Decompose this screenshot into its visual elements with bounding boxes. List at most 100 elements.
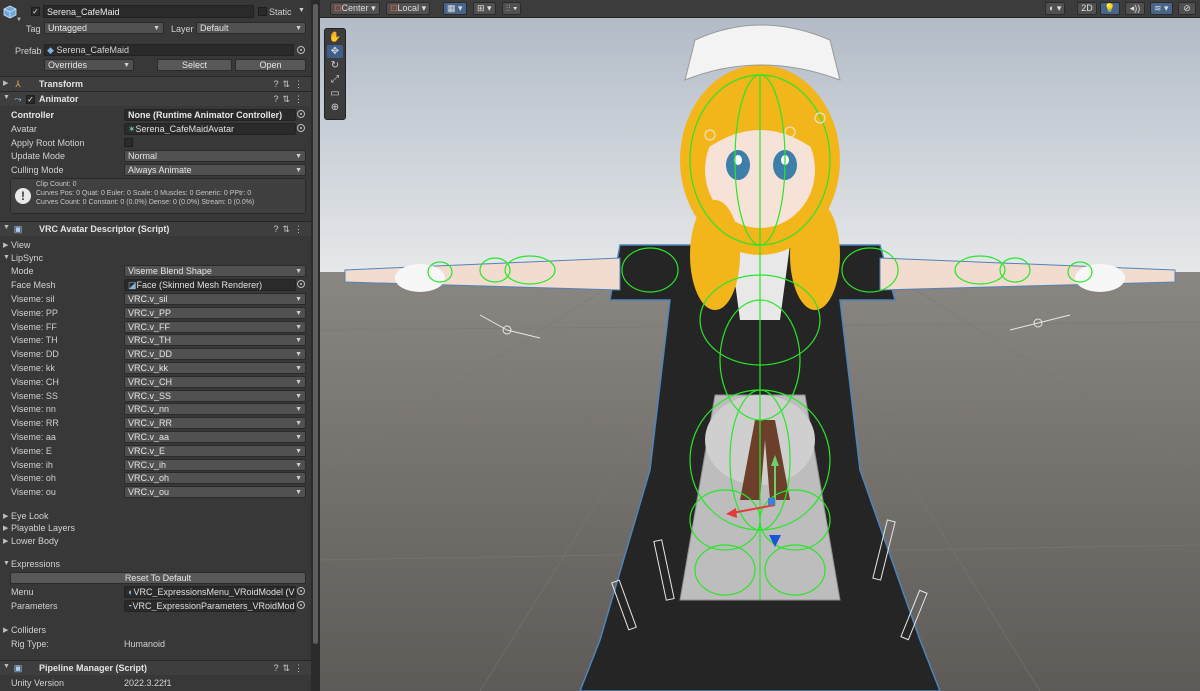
viseme-dropdown[interactable]: VRC.v_CH ▼ (124, 376, 306, 388)
colliders-section[interactable]: ▶ Colliders (0, 624, 311, 638)
animator-fold-icon[interactable]: ▼ (3, 94, 10, 101)
pipeline-header[interactable]: ▼ ▣ Pipeline Manager (Script) ?⇅⋮ (0, 660, 311, 675)
component-menu-icons[interactable]: ?⇅⋮ (273, 663, 307, 674)
pipeline-fold-icon[interactable]: ▼ (3, 663, 10, 670)
incremental-snap-dropdown[interactable]: ⫶⫶ ▾ (502, 2, 522, 15)
scene-visibility-toggle[interactable]: ⊘ (1178, 2, 1196, 15)
menu-field[interactable]: ◐VRC_ExpressionsMenu_VRoidModel (VRC (124, 586, 296, 598)
parameters-picker-icon[interactable] (297, 601, 305, 609)
viseme-dropdown[interactable]: VRC.v_TH ▼ (124, 334, 306, 346)
rect-tool-icon[interactable]: ▭ (327, 87, 343, 100)
chevron-down-icon: ▼ (295, 296, 302, 303)
pipeline-title: Pipeline Manager (Script) (39, 663, 148, 673)
static-dropdown-icon[interactable]: ▼ (298, 7, 305, 14)
reset-to-default-button[interactable]: Reset To Default (10, 572, 306, 584)
descriptor-header[interactable]: ▼ ▣ VRC Avatar Descriptor (Script) ?⇅⋮ (0, 221, 311, 236)
viseme-dropdown[interactable]: VRC.v_sil ▼ (124, 293, 306, 305)
viseme-dropdown[interactable]: VRC.v_ou ▼ (124, 486, 306, 498)
viseme-dropdown[interactable]: VRC.v_RR ▼ (124, 417, 306, 429)
viseme-row: Viseme: CH VRC.v_CH ▼ (0, 376, 311, 390)
menu-picker-icon[interactable] (297, 587, 305, 595)
prefab-field[interactable]: ◆ Serena_CafeMaid (44, 44, 294, 56)
space-mode-dropdown[interactable]: ⊡Local ▾ (386, 2, 431, 15)
inspector-scrollbar[interactable] (311, 0, 320, 691)
update-mode-dropdown[interactable]: Normal ▼ (124, 150, 306, 162)
draw-mode-dropdown[interactable]: ◐ ▾ (1045, 2, 1066, 15)
chevron-down-icon: ▼ (295, 337, 302, 344)
static-label: Static (269, 7, 292, 17)
lower-body-fold-icon[interactable]: ▶ (3, 537, 8, 545)
viseme-dropdown[interactable]: VRC.v_aa ▼ (124, 431, 306, 443)
overrides-dropdown[interactable]: Overrides ▼ (44, 59, 134, 71)
controller-picker-icon[interactable] (297, 110, 305, 118)
lighting-toggle[interactable]: 💡 (1100, 2, 1120, 15)
transform-tool-icon[interactable]: ⊕ (327, 101, 343, 114)
component-menu-icons[interactable]: ?⇅⋮ (273, 79, 307, 90)
open-button[interactable]: Open (235, 59, 306, 71)
select-button[interactable]: Select (157, 59, 232, 71)
rotate-tool-icon[interactable]: ↻ (327, 59, 343, 72)
culling-mode-dropdown[interactable]: Always Animate ▼ (124, 164, 306, 176)
audio-toggle[interactable]: ◂)) (1125, 2, 1145, 15)
playable-layers-fold-icon[interactable]: ▶ (3, 524, 8, 532)
viseme-row: Viseme: kk VRC.v_kk ▼ (0, 362, 311, 376)
avatar-picker-icon[interactable] (297, 124, 305, 132)
info-icon: ! (15, 188, 31, 204)
expressions-fold-icon[interactable]: ▼ (3, 560, 10, 567)
viseme-dropdown[interactable]: VRC.v_DD ▼ (124, 348, 306, 360)
toggle-2d-button[interactable]: 2D (1077, 2, 1097, 15)
avatar-field[interactable]: ✶Serena_CafeMaidAvatar (124, 123, 296, 135)
mode-dropdown[interactable]: Viseme Blend Shape ▼ (124, 265, 306, 277)
gameobject-icon-dropdown-icon[interactable]: ▼ (16, 17, 22, 23)
scene-viewport[interactable] (320, 0, 1200, 691)
animator-header[interactable]: ▼ ⤳ ✓ Animator ?⇅⋮ (0, 91, 311, 106)
scene-view[interactable]: ⊡Center ▾ ⊡Local ▾ ▦ ▾ ⊞ ▾ ⫶⫶ ▾ ◐ ▾ 2D 💡… (320, 0, 1200, 691)
static-checkbox[interactable] (258, 7, 267, 16)
layer-dropdown[interactable]: Default ▼ (196, 22, 306, 34)
face-mesh-field[interactable]: ◪Face (Skinned Mesh Renderer) (124, 279, 296, 291)
apply-root-motion-checkbox[interactable] (124, 138, 133, 147)
prefab-picker-icon[interactable] (297, 46, 305, 54)
active-checkbox[interactable]: ✓ (31, 7, 40, 16)
viseme-dropdown[interactable]: VRC.v_kk ▼ (124, 362, 306, 374)
component-menu-icons[interactable]: ?⇅⋮ (273, 224, 307, 235)
viseme-row: Viseme: aa VRC.v_aa ▼ (0, 431, 311, 445)
animator-enabled-checkbox[interactable]: ✓ (26, 95, 35, 104)
viseme-dropdown[interactable]: VRC.v_nn ▼ (124, 403, 306, 415)
viseme-dropdown[interactable]: VRC.v_FF ▼ (124, 321, 306, 333)
expressions-section[interactable]: ▼ Expressions (0, 558, 311, 572)
viseme-dropdown[interactable]: VRC.v_SS ▼ (124, 390, 306, 402)
hand-tool-icon[interactable]: ✋ (327, 31, 343, 44)
effects-dropdown[interactable]: ≋ ▾ (1150, 2, 1173, 15)
viseme-dropdown[interactable]: VRC.v_E ▼ (124, 445, 306, 457)
grid-snap-toggle[interactable]: ▦ ▾ (443, 2, 467, 15)
eye-look-fold-icon[interactable]: ▶ (3, 512, 8, 520)
viseme-label: Viseme: kk (11, 363, 55, 373)
lipsync-fold-icon[interactable]: ▼ (3, 254, 10, 261)
transform-header[interactable]: ▶ ⅄ Transform ?⇅⋮ (0, 76, 311, 91)
object-name-field[interactable]: Serena_CafeMaid (43, 5, 254, 18)
component-menu-icons[interactable]: ?⇅⋮ (273, 94, 307, 105)
controller-field[interactable]: None (Runtime Animator Controller) (124, 109, 296, 121)
lower-body-section[interactable]: ▶ Lower Body (0, 535, 311, 549)
view-section[interactable]: ▶ View (0, 239, 311, 253)
snap-increment-dropdown[interactable]: ⊞ ▾ (473, 2, 496, 15)
transform-fold-icon[interactable]: ▶ (3, 79, 8, 87)
move-tool-icon[interactable]: ✥ (327, 45, 343, 58)
face-mesh-picker-icon[interactable] (297, 280, 305, 288)
inspector-panel: ▼ ✓ Serena_CafeMaid Static ▼ Tag Untagge… (0, 0, 311, 691)
colliders-fold-icon[interactable]: ▶ (3, 626, 8, 634)
viseme-dropdown[interactable]: VRC.v_oh ▼ (124, 472, 306, 484)
view-fold-icon[interactable]: ▶ (3, 241, 8, 249)
pivot-mode-dropdown[interactable]: ⊡Center ▾ (330, 2, 380, 15)
chevron-down-icon: ▼ (295, 393, 302, 400)
viseme-dropdown[interactable]: VRC.v_ih ▼ (124, 459, 306, 471)
viseme-dropdown[interactable]: VRC.v_PP ▼ (124, 307, 306, 319)
lipsync-section[interactable]: ▼ LipSync (0, 252, 311, 266)
scrollbar-thumb[interactable] (313, 4, 318, 644)
tag-dropdown[interactable]: Untagged ▼ (44, 22, 164, 34)
scale-tool-icon[interactable]: ⤢ (327, 73, 343, 86)
descriptor-fold-icon[interactable]: ▼ (3, 224, 10, 231)
parameters-field[interactable]: ⁃VRC_ExpressionParameters_VRoidModel (124, 600, 296, 612)
playable-layers-section[interactable]: ▶ Playable Layers (0, 522, 311, 536)
